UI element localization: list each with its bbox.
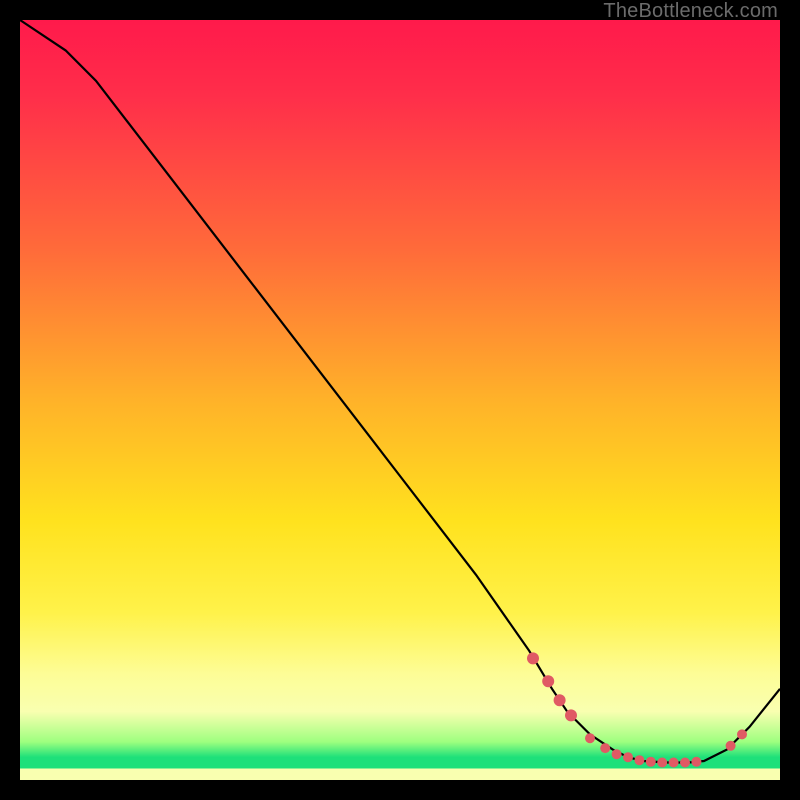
marker-dot xyxy=(527,652,539,664)
marker-dot xyxy=(554,694,566,706)
curve-markers xyxy=(527,652,747,767)
marker-dot xyxy=(726,741,736,751)
marker-dot xyxy=(600,743,610,753)
marker-dot xyxy=(623,752,633,762)
marker-dot xyxy=(634,755,644,765)
bottleneck-curve xyxy=(20,20,780,763)
plot-area xyxy=(20,20,780,780)
marker-dot xyxy=(646,757,656,767)
marker-dot xyxy=(612,749,622,759)
marker-dot xyxy=(680,758,690,768)
marker-dot xyxy=(691,757,701,767)
marker-dot xyxy=(542,675,554,687)
marker-dot xyxy=(585,733,595,743)
marker-dot xyxy=(737,729,747,739)
marker-dot xyxy=(669,758,679,768)
chart-frame: TheBottleneck.com xyxy=(0,0,800,800)
marker-dot xyxy=(657,758,667,768)
curve-svg xyxy=(20,20,780,780)
marker-dot xyxy=(565,709,577,721)
